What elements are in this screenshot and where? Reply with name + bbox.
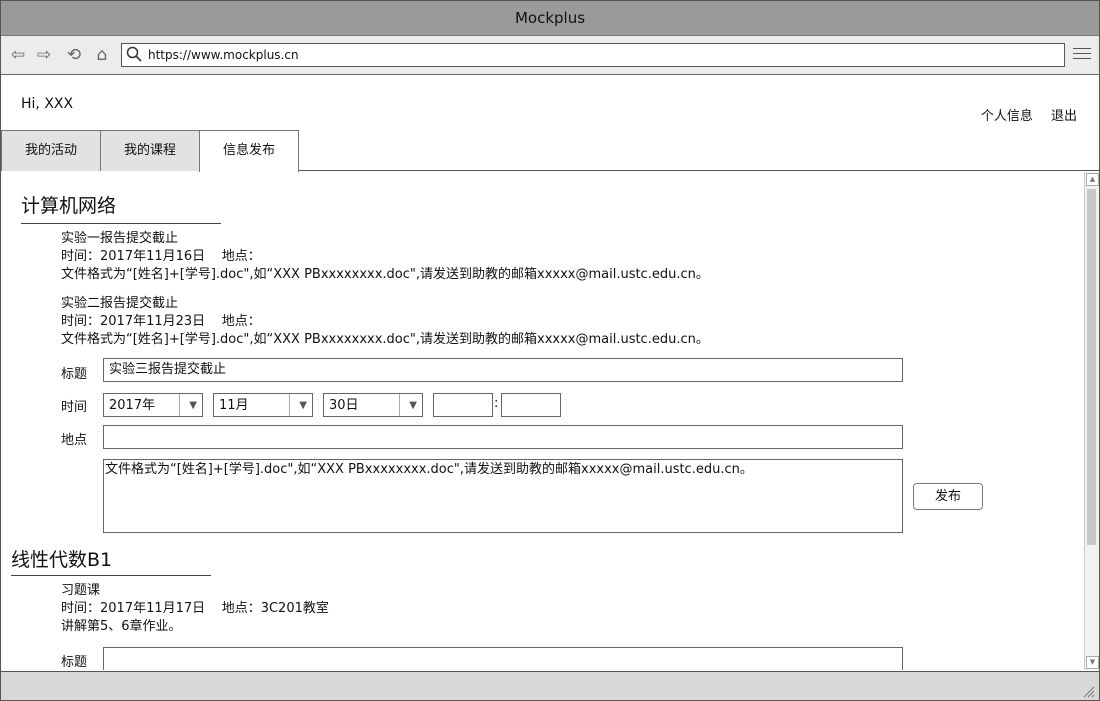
notice-description: 文件格式为“[姓名]+[学号].doc",如“XXX PBxxxxxxxx.do… [61,267,709,282]
logout-link[interactable]: 退出 [1051,109,1077,124]
notice-title: 实验二报告提交截止 [61,296,179,311]
course-title: 计算机网络 [21,195,117,217]
month-value: 11月 [219,398,249,413]
year-select[interactable]: 2017年 ▼ [103,393,203,417]
notice-description: 讲解第5、6章作业。 [61,619,182,634]
browser-window: Mockplus ⇦ ⇨ ⟲ ⌂ https://www.mockplus.cn… [0,0,1100,701]
course-title: 线性代数B1 [11,549,113,571]
resize-grip-icon[interactable] [1083,686,1095,698]
notice-item: 实验二报告提交截止 时间：2017年11月23日 地点： 文件格式为“[姓名]+… [61,295,709,349]
year-value: 2017年 [109,398,156,413]
notice-time: 时间：2017年11月16日 [61,249,206,264]
notice-time: 时间：2017年11月17日 [61,601,206,616]
forward-icon[interactable]: ⇨ [33,44,55,66]
page-header: Hi, XXX 个人信息 退出 我的活动 我的课程 信息发布 [1,75,1099,172]
course-title-underline [21,223,221,224]
url-text: https://www.mockplus.cn [148,48,299,62]
title-input[interactable]: 实验三报告提交截止 [103,358,903,382]
chevron-down-icon: ▼ [189,400,197,411]
notice-time-place: 时间：2017年11月17日 地点：3C201教室 [61,600,329,618]
notice-title: 实验一报告提交截止 [61,231,179,246]
back-icon[interactable]: ⇦ [7,44,29,66]
select-divider [289,394,290,416]
tab-publish-info[interactable]: 信息发布 [199,130,299,172]
chevron-down-icon: ▼ [409,400,417,411]
time-label: 时间 [61,400,88,415]
home-icon[interactable]: ⌂ [91,44,113,66]
user-links: 个人信息 退出 [967,105,1077,124]
course-title-underline [11,575,211,576]
refresh-icon[interactable]: ⟲ [63,44,85,66]
publish-button[interactable]: 发布 [913,483,983,510]
window-title: Mockplus [1,1,1099,36]
title-label: 标题 [61,367,88,382]
search-icon [126,46,144,64]
time-colon: : [494,396,499,411]
notice-place: 地点：3C201教室 [221,601,329,616]
notice-time-place: 时间：2017年11月16日 地点： [61,248,709,266]
address-bar[interactable]: https://www.mockplus.cn [121,43,1065,67]
day-select[interactable]: 30日 ▼ [323,393,423,417]
vertical-scrollbar[interactable]: ▲ ▼ [1084,172,1099,670]
notice-place: 地点： [221,249,261,264]
title-label: 标题 [61,655,88,670]
main-content: 计算机网络 实验一报告提交截止 时间：2017年11月16日 地点： 文件格式为… [1,172,1085,670]
description-textarea[interactable]: 文件格式为“[姓名]+[学号].doc",如“XXX PBxxxxxxxx.do… [103,459,903,533]
menu-icon[interactable] [1073,44,1091,64]
scroll-thumb[interactable] [1087,189,1096,545]
browser-toolbar: ⇦ ⇨ ⟲ ⌂ https://www.mockplus.cn [1,36,1099,75]
notice-description: 文件格式为“[姓名]+[学号].doc",如“XXX PBxxxxxxxx.do… [61,332,709,347]
tab-my-courses[interactable]: 我的课程 [100,130,200,171]
tab-my-activities[interactable]: 我的活动 [1,130,101,171]
minute-input[interactable] [501,393,561,417]
select-divider [179,394,180,416]
scroll-down-icon[interactable]: ▼ [1086,656,1099,669]
chevron-down-icon: ▼ [299,400,307,411]
place-label: 地点 [61,433,88,448]
hour-input[interactable] [433,393,493,417]
scroll-up-icon[interactable]: ▲ [1086,173,1099,186]
notice-place: 地点： [221,314,261,329]
place-input[interactable] [103,425,903,449]
title-input[interactable] [103,647,903,670]
notice-time-place: 时间：2017年11月23日 地点： [61,313,709,331]
status-bar [1,671,1099,700]
notice-title: 习题课 [61,583,101,598]
month-select[interactable]: 11月 ▼ [213,393,313,417]
notice-time: 时间：2017年11月23日 [61,314,206,329]
notice-item: 习题课 时间：2017年11月17日 地点：3C201教室 讲解第5、6章作业。 [61,582,329,636]
profile-link[interactable]: 个人信息 [981,109,1033,124]
greeting-text: Hi, XXX [21,96,74,112]
day-value: 30日 [329,398,359,413]
notice-item: 实验一报告提交截止 时间：2017年11月16日 地点： 文件格式为“[姓名]+… [61,230,709,284]
select-divider [399,394,400,416]
